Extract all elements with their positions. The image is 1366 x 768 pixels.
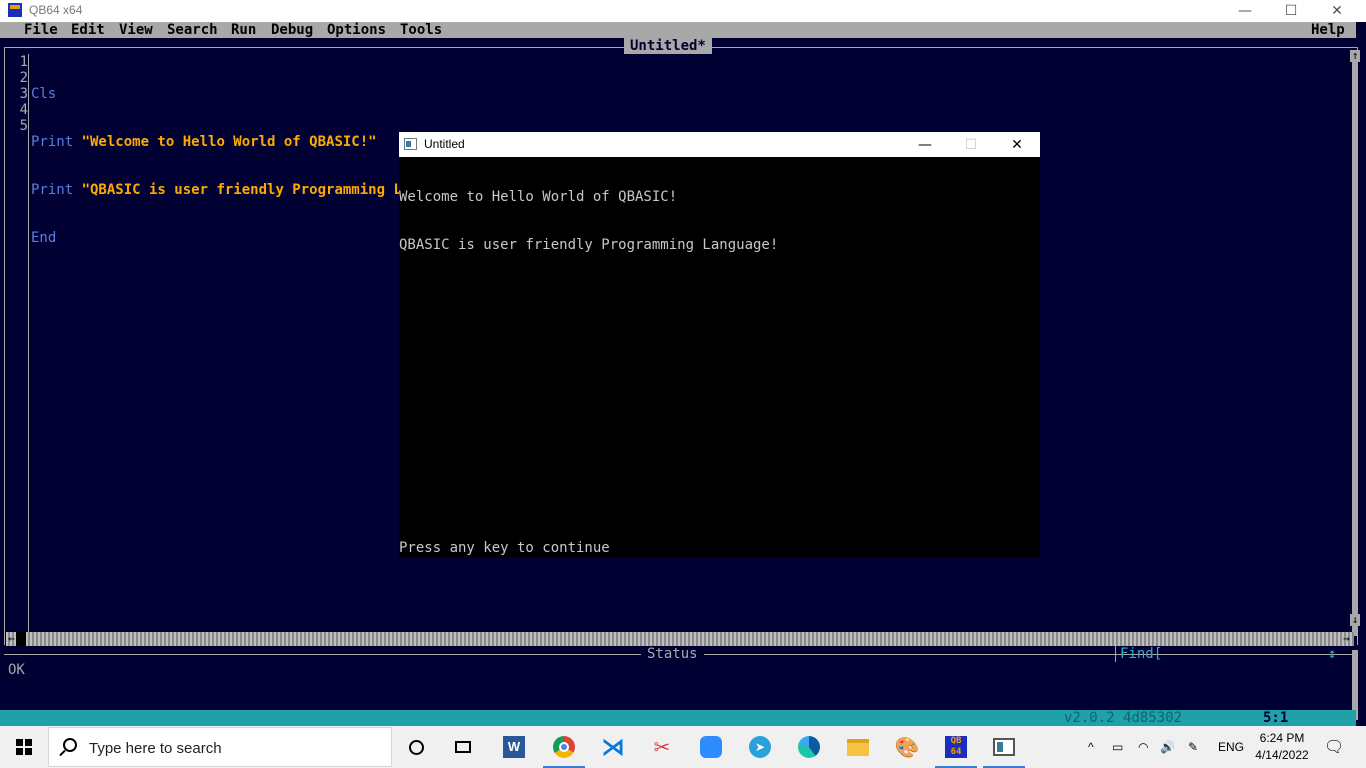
output-close-button[interactable]: ✕	[994, 132, 1040, 157]
menu-options[interactable]: Options	[327, 22, 386, 38]
vscode-icon[interactable]: ⋊	[598, 731, 628, 763]
find-arrow-icon[interactable]: ↕	[1328, 646, 1336, 662]
clock[interactable]: 6:24 PM 4/14/2022	[1252, 730, 1312, 764]
paint-icon[interactable]: 🎨	[892, 731, 922, 763]
line-number: 3	[19, 86, 28, 102]
clock-time: 6:24 PM	[1259, 731, 1305, 745]
status-label: Status	[641, 646, 704, 662]
find-field[interactable]: Find[	[1115, 646, 1341, 662]
status-frame	[4, 654, 1358, 710]
telegram-icon[interactable]: ➤	[745, 731, 775, 763]
windows-logo-icon	[16, 739, 32, 755]
output-line: Welcome to Hello World of QBASIC!	[399, 189, 678, 205]
output-window-titlebar[interactable]: Untitled — ☐ ✕	[399, 132, 1040, 157]
pen-icon[interactable]: ✎	[1188, 726, 1198, 768]
output-line: QBASIC is user friendly Programming Lang…	[399, 237, 779, 253]
line-number: 2	[19, 70, 28, 86]
ide-bottom-bar: v2.0.2 4d85302 5:1	[0, 710, 1356, 726]
menu-debug[interactable]: Debug	[271, 22, 313, 38]
scroll-down-arrow-icon[interactable]: ↓	[1350, 614, 1360, 626]
code-string: "Welcome to Hello World of QBASIC!"	[81, 134, 377, 150]
scroll-up-arrow-icon[interactable]: ↑	[1350, 50, 1360, 62]
scroll-left-arrow-icon[interactable]: ←	[8, 632, 15, 646]
code-keyword: Print	[31, 134, 82, 150]
cortana-icon[interactable]	[401, 731, 431, 763]
menu-file[interactable]: File	[24, 22, 58, 38]
line-number: 5	[19, 118, 28, 134]
code-keyword: Print	[31, 182, 82, 198]
code-keyword: Cls	[31, 86, 57, 102]
volume-icon[interactable]: 🔊	[1160, 726, 1175, 768]
search-placeholder: Type here to search	[89, 740, 222, 757]
menu-edit[interactable]: Edit	[71, 22, 105, 38]
menu-run[interactable]: Run	[231, 22, 256, 38]
start-button[interactable]	[0, 726, 48, 768]
status-text: OK	[8, 662, 25, 678]
menu-search[interactable]: Search	[167, 22, 218, 38]
scroll-right-arrow-icon[interactable]: →	[1343, 632, 1350, 646]
press-any-key-prompt: Press any key to continue	[399, 540, 610, 556]
program-window-icon	[404, 138, 417, 150]
output-minimize-button[interactable]: —	[902, 132, 948, 157]
output-maximize-button: ☐	[964, 136, 978, 153]
menu-bar: File Edit View Search Run Debug Options …	[0, 22, 1356, 38]
editor-horizontal-scrollbar[interactable]	[6, 632, 1354, 646]
line-numbers: 1 2 3 4 5	[10, 54, 28, 134]
window-title: QB64 x64	[29, 3, 83, 17]
edge-icon[interactable]	[794, 731, 824, 763]
qb64-app-icon	[8, 3, 22, 17]
task-view-icon[interactable]	[448, 731, 478, 763]
menu-tools[interactable]: Tools	[400, 22, 442, 38]
editor-tab-title: Untitled*	[624, 38, 712, 54]
minimize-button[interactable]: —	[1222, 0, 1268, 22]
chrome-icon[interactable]	[543, 731, 585, 768]
wifi-icon[interactable]: ◠	[1138, 726, 1148, 768]
cursor-position: 5:1	[1263, 710, 1289, 726]
output-window-title: Untitled	[424, 137, 465, 151]
notifications-icon[interactable]: 🗨	[1324, 726, 1344, 768]
gutter-divider	[28, 54, 29, 632]
file-explorer-icon[interactable]	[843, 731, 873, 763]
line-number: 1	[19, 54, 28, 70]
menu-help[interactable]: Help	[1311, 22, 1345, 38]
close-button[interactable]: ✕	[1314, 0, 1360, 22]
editor-vertical-scrollbar[interactable]	[1352, 50, 1358, 636]
version-text: v2.0.2 4d85302	[1064, 710, 1183, 726]
output-window[interactable]: Untitled — ☐ ✕ Welcome to Hello World of…	[399, 132, 1040, 557]
output-window-icon[interactable]	[983, 731, 1025, 768]
show-hidden-icons-icon[interactable]: ^	[1088, 726, 1094, 768]
word-icon[interactable]: W	[499, 731, 529, 763]
code-line: Cls	[31, 86, 478, 102]
window-titlebar: QB64 x64 — ☐ ✕	[0, 0, 1366, 22]
taskbar-search-box[interactable]: Type here to search	[48, 727, 392, 767]
language-indicator[interactable]: ENG	[1218, 726, 1244, 768]
qb64-icon[interactable]: QB 64	[935, 731, 977, 768]
line-number: 4	[19, 102, 28, 118]
taskbar: Type here to search W ⋊ ✂ ➤ 🎨 QB 64 ^ ▭ ◠…	[0, 726, 1366, 768]
search-icon	[63, 738, 77, 752]
scroll-thumb[interactable]	[16, 632, 26, 646]
menu-view[interactable]: View	[119, 22, 153, 38]
battery-icon[interactable]: ▭	[1112, 726, 1123, 768]
clock-date: 4/14/2022	[1255, 748, 1309, 762]
zoom-icon[interactable]	[696, 731, 726, 763]
snipping-icon[interactable]: ✂	[647, 731, 677, 763]
code-keyword: End	[31, 230, 57, 246]
maximize-button[interactable]: ☐	[1268, 0, 1314, 22]
output-console: Welcome to Hello World of QBASIC! QBASIC…	[399, 157, 778, 285]
